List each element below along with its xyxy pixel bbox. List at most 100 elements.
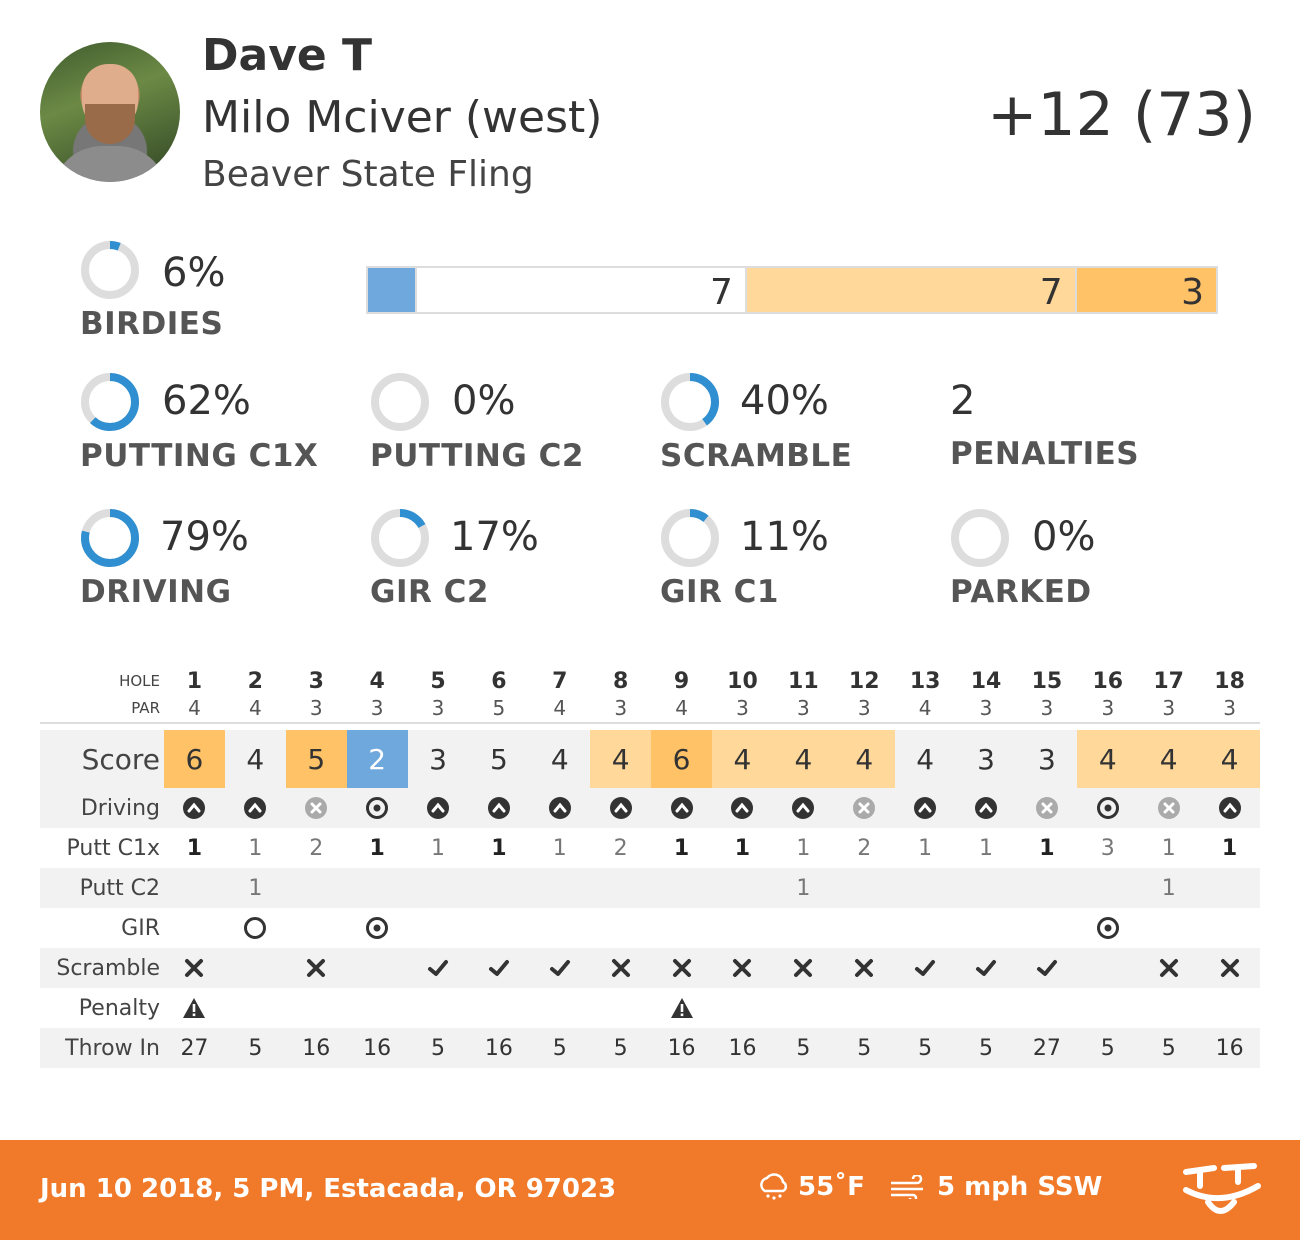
score-value: 4 (916, 742, 935, 776)
putt-c2-cell (529, 868, 590, 908)
scramble-cell (529, 948, 590, 988)
scramble-cell (1199, 948, 1260, 988)
putt-c1x-cell: 2 (613, 835, 628, 861)
score-value: 3 (977, 742, 995, 776)
putt-c2-cell (895, 868, 956, 908)
driving-label: DRIVING (80, 574, 232, 610)
putt-c1x-cell: 1 (796, 835, 811, 861)
driving-value: 79% (160, 514, 249, 560)
scramble-cell (1077, 948, 1138, 988)
par-value: 4 (675, 696, 688, 720)
x-icon (1220, 959, 1239, 977)
putt-c2-cell (164, 868, 225, 908)
putting-c1x-label: PUTTING C1X (80, 438, 319, 474)
scramble-cell (1016, 948, 1077, 988)
miss-icon (1035, 797, 1058, 819)
gir-cell (468, 908, 529, 948)
penalty-row-label: Penalty (78, 995, 160, 1021)
parked-ring (950, 508, 1010, 568)
warning-icon (183, 998, 206, 1018)
putt-c1x-cell: 1 (734, 835, 751, 861)
driving-cell (1016, 788, 1077, 828)
penalty-cell (1077, 988, 1138, 1028)
par-value: 3 (1101, 696, 1115, 720)
par-value: 3 (796, 696, 810, 720)
score-bar-count: 3 (1181, 272, 1204, 313)
putt-c1x-cell: 1 (431, 835, 445, 861)
fairway-hit-icon (1218, 797, 1241, 819)
event-name: Beaver State Fling (202, 154, 534, 195)
score-bar-segment: 7 (415, 268, 745, 313)
scramble-cell (590, 948, 651, 988)
gir-target-icon (366, 917, 389, 939)
putting-c1x-value: 62% (162, 378, 251, 424)
scramble-cell (468, 948, 529, 988)
par-value: 3 (309, 696, 323, 720)
gir-cell (164, 908, 225, 948)
penalty-cell (286, 988, 347, 1028)
gir-c1-label: GIR C1 (660, 574, 779, 610)
penalty-cell (408, 988, 469, 1028)
score-value: 5 (489, 742, 508, 776)
driving-cell (468, 788, 529, 828)
putting-c2-ring (370, 372, 430, 432)
putt-c2-cell (1077, 868, 1138, 908)
fairway-hit-icon (244, 797, 267, 819)
par-value: 3 (1223, 696, 1236, 720)
scramble-row: Scramble (40, 948, 1260, 988)
par-row: PAR 4 4 3 3 3 5 4 3 4 3 3 3 4 3 3 3 3 3 (40, 694, 1260, 724)
throw-in-cell: 5 (918, 1035, 933, 1061)
course-name: Milo Mciver (west) (202, 92, 603, 143)
scramble-cell (1138, 948, 1199, 988)
penalty-cell (468, 988, 529, 1028)
scramble-cell (773, 948, 834, 988)
score-value: 2 (346, 730, 408, 788)
putt-c2-cell (1016, 868, 1077, 908)
score-value: 6 (651, 730, 713, 788)
score-row: Score 6 4 5 2 3 5 4 4 6 4 4 4 4 3 3 4 4 4 (40, 730, 1261, 788)
gir-cell (895, 908, 956, 948)
par-row-label: PAR (131, 699, 160, 717)
par-value: 3 (614, 696, 628, 720)
fairway-hit-icon (609, 797, 632, 819)
driving-row-label: Driving (80, 795, 160, 821)
check-icon (549, 960, 570, 976)
hole-number: 2 (247, 669, 263, 694)
gir-cell (956, 908, 1017, 948)
penalties-value: 2 (950, 378, 976, 424)
throw-in-cell: 27 (1032, 1035, 1061, 1061)
putt-c1x-cell: 1 (552, 835, 567, 861)
wind: 5 mph SSW (936, 1172, 1103, 1202)
throw-in-cell: 5 (979, 1035, 994, 1061)
throw-in-cell: 5 (1100, 1035, 1115, 1061)
gir-cell (529, 908, 590, 948)
scramble-cell (164, 948, 225, 988)
driving-cell (1077, 788, 1138, 828)
score-row-label: Score (81, 742, 160, 776)
rain-cloud-icon (760, 1173, 788, 1200)
scramble-row-label: Scramble (56, 955, 160, 981)
driving-cell (590, 788, 651, 828)
penalty-cell (773, 988, 834, 1028)
fairway-hit-icon (975, 797, 998, 819)
driving-cell (408, 788, 469, 828)
throw-in-cell: 16 (484, 1035, 513, 1061)
x-icon (1159, 959, 1178, 977)
penalty-cell (895, 988, 956, 1028)
score-value: 5 (285, 730, 347, 788)
temperature: 55˚F (798, 1172, 865, 1202)
scramble-value: 40% (740, 378, 829, 424)
throw-in-cell: 16 (302, 1035, 331, 1061)
driving-cell (651, 788, 712, 828)
putt-c2-cell (956, 868, 1017, 908)
throw-in-cell: 5 (431, 1035, 445, 1061)
putt-c2-cell (408, 868, 469, 908)
gir-cell (590, 908, 651, 948)
check-icon (1036, 960, 1057, 976)
driving-cell (225, 788, 286, 828)
putting-c1x-ring (80, 372, 140, 432)
putt-c1x-cell: 1 (491, 835, 507, 861)
fairway-hit-icon (427, 797, 449, 819)
gir-cell (225, 908, 286, 948)
scramble-cell (286, 948, 347, 988)
